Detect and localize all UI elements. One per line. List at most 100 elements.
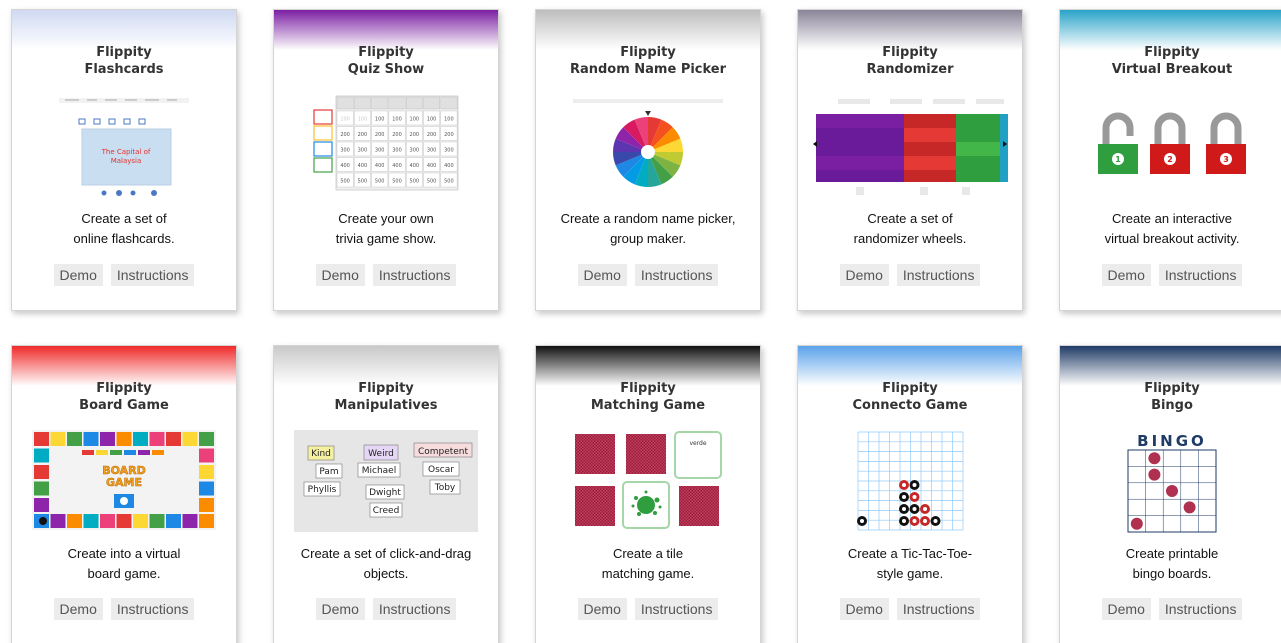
svg-text:500: 500 (358, 179, 368, 185)
svg-text:200: 200 (375, 132, 385, 138)
card-description: Create a random name picker, group maker. (560, 211, 736, 246)
svg-text:100: 100 (410, 117, 420, 123)
instructions-button[interactable]: Instructions (896, 264, 981, 286)
matching-thumbnail: verde (573, 430, 723, 539)
card-title: Flippity Board Game (79, 381, 169, 413)
demo-button[interactable]: Demo (1101, 598, 1151, 620)
card-description: Create a set of randomizer wheels. (853, 211, 967, 246)
word-michael: Michael (362, 466, 396, 476)
bingo-title: BINGO (1137, 432, 1207, 450)
demo-button[interactable]: Demo (315, 598, 365, 620)
svg-text:300: 300 (410, 148, 420, 154)
demo-button[interactable]: Demo (1101, 264, 1151, 286)
svg-text:100: 100 (358, 117, 368, 123)
svg-text:400: 400 (410, 163, 420, 169)
demo-button[interactable]: Demo (577, 264, 627, 286)
connecto-game-card: Flippity Connecto Game Create a Tic-Tac-T… (797, 345, 1023, 643)
board-title-2: GAME (106, 476, 142, 489)
demo-button[interactable]: Demo (315, 264, 365, 286)
board-game-card: Flippity Board Game BOARD GAME Create into… (11, 345, 237, 643)
card-title: Flippity Connecto Game (852, 381, 968, 413)
card-description: Create printable bingo boards. (1125, 546, 1219, 581)
svg-text:100: 100 (340, 117, 350, 123)
card-title: Flippity Virtual Breakout (1111, 45, 1233, 77)
svg-text:500: 500 (444, 179, 454, 185)
board-game-thumbnail: BOARD GAME (32, 430, 216, 535)
quiz-show-card: Flippity Quiz Show 100 200 300 400 500 100 200 3… (273, 9, 499, 311)
randomizer-thumbnail (812, 94, 1008, 204)
instructions-button[interactable]: Instructions (1158, 598, 1243, 620)
card-title: Flippity Manipulatives (334, 381, 438, 413)
svg-text:2: 2 (1167, 155, 1173, 164)
virtual-breakout-card: Flippity Virtual Breakout 1 2 3 Create an… (1059, 9, 1281, 311)
svg-text:200: 200 (444, 132, 454, 138)
demo-button[interactable]: Demo (577, 598, 627, 620)
svg-text:300: 300 (427, 148, 437, 154)
word-pam: Pam (319, 467, 338, 477)
word-creed: Creed (373, 506, 400, 516)
instructions-button[interactable]: Instructions (634, 264, 719, 286)
card-title: Flippity Randomizer (866, 45, 954, 77)
svg-text:300: 300 (358, 148, 368, 154)
svg-text:200: 200 (427, 132, 437, 138)
instructions-button[interactable]: Instructions (372, 264, 457, 286)
svg-text:100: 100 (375, 117, 385, 123)
svg-text:3: 3 (1223, 155, 1229, 164)
flashcards-thumbnail: The Capital of Malaysia (59, 94, 189, 204)
svg-text:100: 100 (427, 117, 437, 123)
word-phyllis: Phyllis (308, 485, 337, 495)
manipulatives-thumbnail: Kind Weird Competent Pam Michael Oscar P… (294, 430, 478, 537)
svg-text:400: 400 (444, 163, 454, 169)
instructions-button[interactable]: Instructions (372, 598, 457, 620)
card-title: Flippity Quiz Show (347, 45, 425, 77)
instructions-button[interactable]: Instructions (110, 264, 195, 286)
random-name-picker-card: Flippity Random Name Picker Create a rand… (535, 9, 761, 311)
card-description: Create into a virtual board game. (67, 546, 181, 581)
word-competent: Competent (418, 447, 469, 457)
manipulatives-card: Flippity Manipulatives Kind Weird Compete… (273, 345, 499, 643)
svg-text:The Capital of: The Capital of (101, 148, 151, 156)
word-oscar: Oscar (428, 465, 454, 475)
bingo-card: Flippity Bingo BINGO Create printable bing… (1059, 345, 1281, 643)
svg-text:400: 400 (375, 163, 385, 169)
tile-word: verde (689, 440, 706, 447)
svg-text:500: 500 (392, 179, 402, 185)
card-title: Flippity Bingo (1144, 381, 1200, 413)
randomizer-card: Flippity Randomizer Create a set of random… (797, 9, 1023, 311)
svg-text:200: 200 (392, 132, 402, 138)
card-description: Create a Tic-Tac-Toe-style game. (847, 546, 973, 581)
locks-thumbnail: 1 2 3 (1092, 108, 1252, 183)
matching-game-card: Flippity Matching Game verde Create a til… (535, 345, 761, 643)
svg-text:500: 500 (375, 179, 385, 185)
svg-text:200: 200 (358, 132, 368, 138)
instructions-button[interactable]: Instructions (1158, 264, 1243, 286)
connecto-thumbnail (850, 430, 970, 537)
svg-text:500: 500 (427, 179, 437, 185)
svg-text:400: 400 (358, 163, 368, 169)
card-description: Create a tile matching game. (601, 546, 695, 581)
instructions-button[interactable]: Instructions (634, 598, 719, 620)
instructions-button[interactable]: Instructions (110, 598, 195, 620)
svg-text:100: 100 (392, 117, 402, 123)
svg-text:400: 400 (427, 163, 437, 169)
svg-text:500: 500 (410, 179, 420, 185)
svg-text:400: 400 (340, 163, 350, 169)
word-dwight: Dwight (369, 488, 401, 498)
instructions-button[interactable]: Instructions (896, 598, 981, 620)
word-toby: Toby (434, 483, 456, 493)
card-description: Create a set of online flashcards. (73, 211, 175, 246)
demo-button[interactable]: Demo (53, 598, 103, 620)
bingo-thumbnail: BINGO (1126, 430, 1218, 539)
card-title: Flippity Flashcards (84, 45, 164, 77)
demo-button[interactable]: Demo (53, 264, 103, 286)
name-picker-thumbnail (573, 94, 723, 204)
svg-text:500: 500 (340, 179, 350, 185)
demo-button[interactable]: Demo (839, 264, 889, 286)
svg-text:400: 400 (392, 163, 402, 169)
flashcards-card: Flippity Flashcards The Capital of Malays… (11, 9, 237, 311)
svg-text:300: 300 (375, 148, 385, 154)
svg-text:100: 100 (444, 117, 454, 123)
svg-text:200: 200 (340, 132, 350, 138)
demo-button[interactable]: Demo (839, 598, 889, 620)
svg-text:300: 300 (340, 148, 350, 154)
